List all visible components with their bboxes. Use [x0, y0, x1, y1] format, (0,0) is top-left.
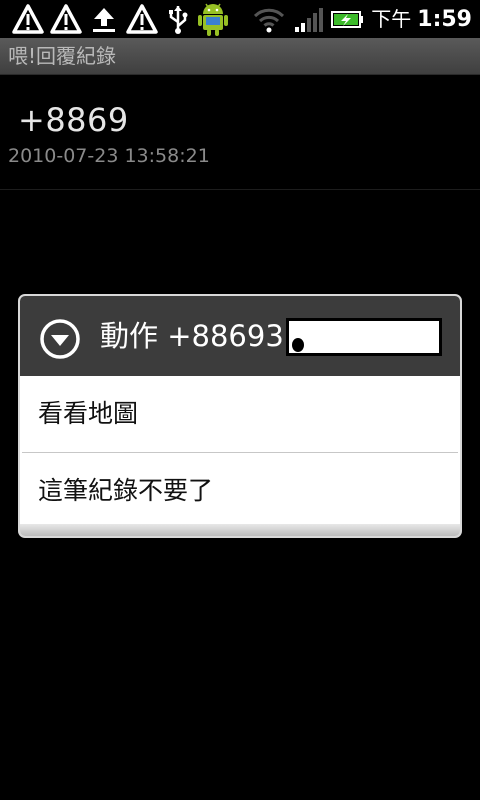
dialog-menu: 看看地圖 這筆紀錄不要了 [20, 376, 460, 529]
status-ampm: 下午 [371, 7, 412, 31]
chevron-down-circle-icon [39, 318, 81, 360]
record-list-item[interactable]: +8869 2010-07-23 13:58:21 [0, 75, 480, 189]
page-title: 喂!回覆紀錄 [8, 44, 117, 68]
action-dialog: 動作 +88693 看看地圖 這筆紀錄不要了 [18, 294, 462, 538]
upload-icon [90, 4, 118, 34]
wifi-icon [252, 4, 286, 34]
signal-icon [294, 4, 324, 34]
warning-icon [50, 4, 82, 34]
status-clock: 下午 1:59 [371, 4, 472, 34]
divider [0, 189, 480, 190]
dialog-footer [20, 524, 460, 536]
record-datetime: 2010-07-23 13:58:21 [8, 145, 210, 167]
menu-item-view-map[interactable]: 看看地圖 [20, 376, 460, 452]
status-time: 1:59 [417, 7, 472, 32]
redaction-box [286, 318, 442, 356]
record-phone-number: +8869 [18, 101, 129, 139]
warning-icon [12, 4, 44, 34]
usb-icon [166, 4, 190, 34]
android-icon [196, 0, 230, 36]
battery-charging-icon [330, 4, 364, 34]
warning-icon [126, 4, 158, 34]
title-bar: 喂!回覆紀錄 [0, 38, 480, 75]
status-bar: 下午 1:59 [0, 0, 480, 38]
dialog-header: 動作 +88693 [20, 296, 460, 376]
dialog-title: 動作 +88693 [100, 319, 284, 353]
redaction-mark [292, 338, 304, 352]
menu-item-delete-record[interactable]: 這筆紀錄不要了 [20, 453, 460, 529]
